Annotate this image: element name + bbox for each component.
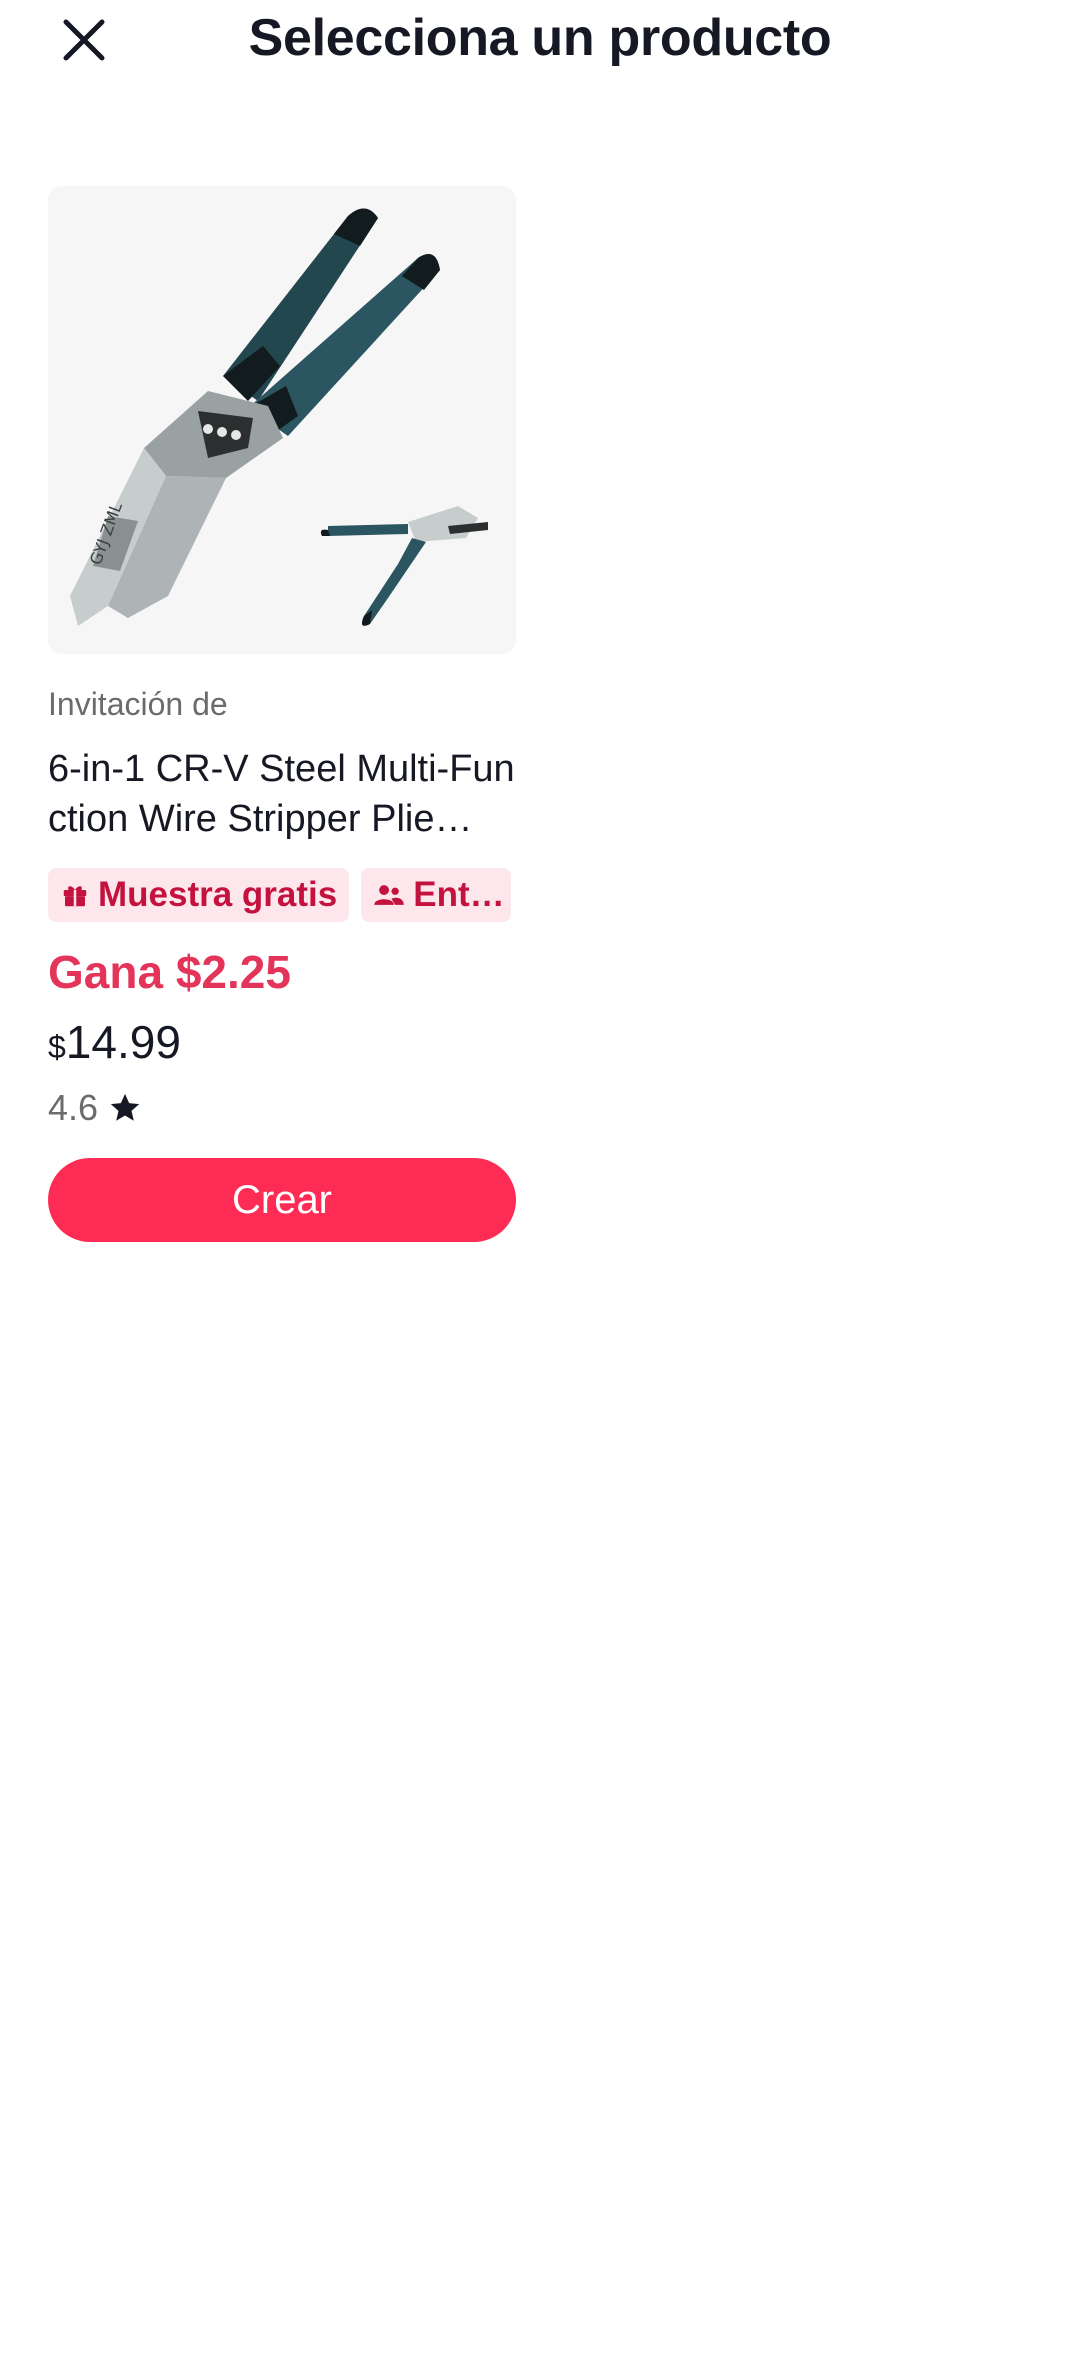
earn-amount: Gana $2.25	[48, 946, 291, 998]
tag-label: Ent…	[413, 875, 505, 914]
pliers-image: GYJ ZML	[70, 208, 488, 626]
gift-icon	[60, 880, 90, 910]
invite-label: Invitación de	[48, 686, 228, 722]
price-amount: 14.99	[65, 1016, 181, 1068]
price: $14.99	[48, 1014, 516, 1070]
product-card[interactable]: GYJ ZML Invitación de 6-in-1 CR-V Steel …	[48, 186, 516, 1242]
product-image[interactable]: GYJ ZML	[48, 186, 516, 654]
page-title: Selecciona un producto	[248, 9, 832, 67]
users-icon	[373, 880, 405, 910]
rating: 4.6	[48, 1086, 516, 1130]
rating-value: 4.6	[48, 1087, 99, 1128]
tag-list: Muestra gratis Ent…	[48, 868, 516, 922]
tag-label: Muestra gratis	[98, 875, 338, 914]
tag-delivery: Ent…	[361, 868, 512, 922]
product-name[interactable]: 6-in-1 CR-V Steel Multi-Function Wire St…	[48, 744, 516, 844]
tag-free-sample: Muestra gratis	[48, 868, 350, 922]
header: Selecciona un producto	[0, 0, 1080, 80]
star-icon	[108, 1091, 142, 1125]
create-button[interactable]: Crear	[48, 1158, 516, 1242]
price-currency: $	[48, 1029, 66, 1065]
